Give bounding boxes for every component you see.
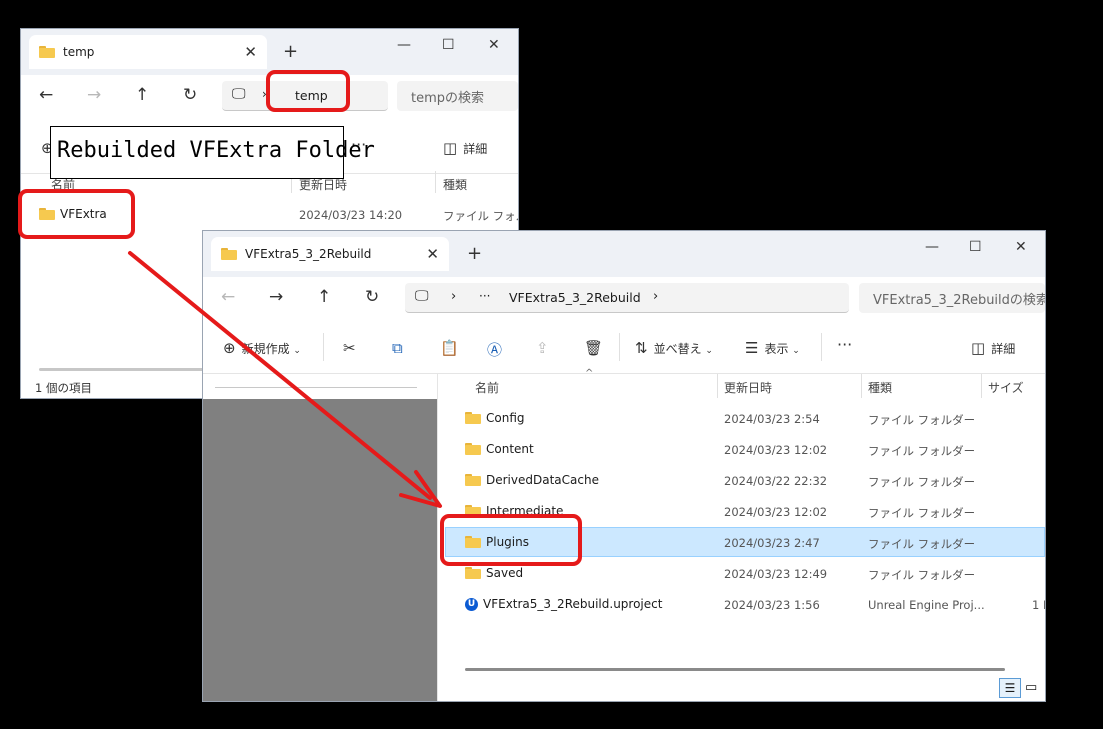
- annotation-arrow: [128, 251, 442, 508]
